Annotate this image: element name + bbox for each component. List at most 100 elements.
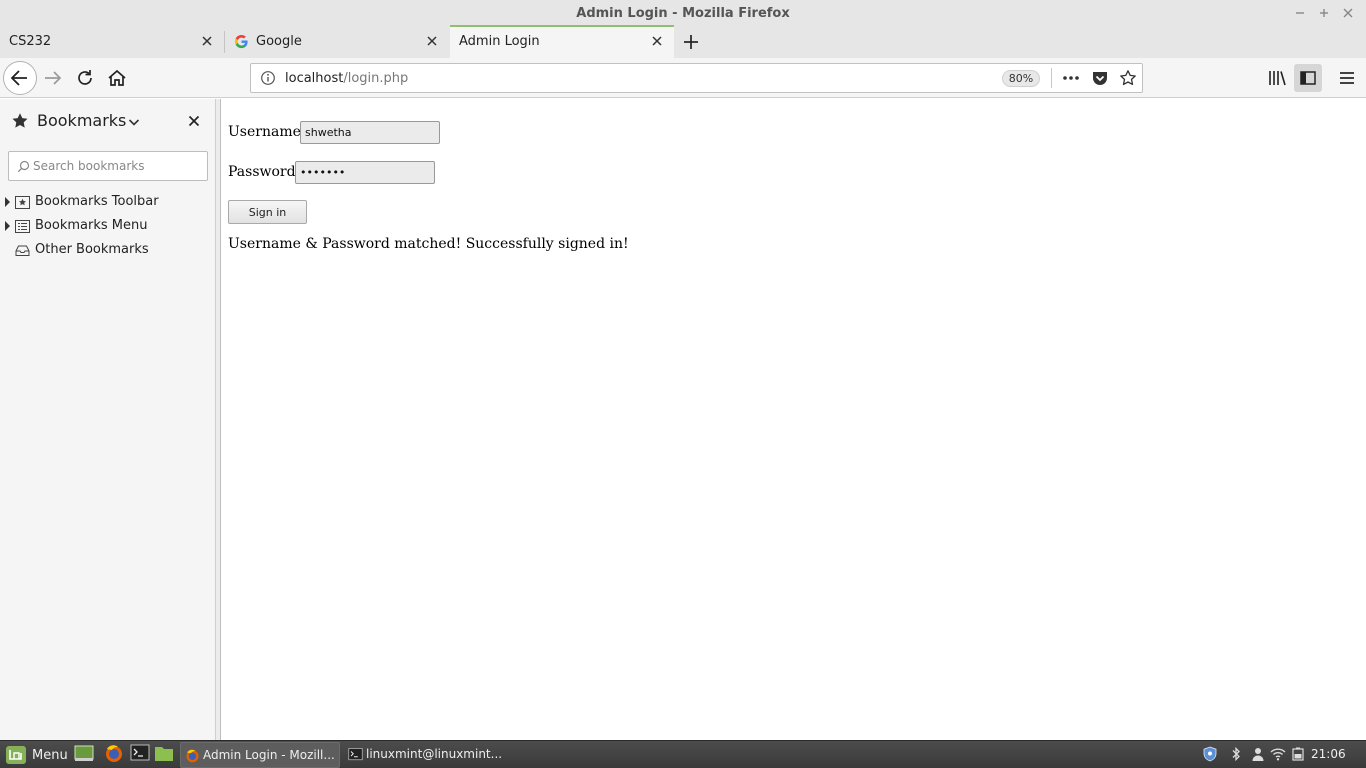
forward-button[interactable] xyxy=(40,65,66,91)
shield-icon[interactable] xyxy=(1202,746,1218,762)
back-arrow-icon xyxy=(10,70,27,86)
tab-label: CS232 xyxy=(9,34,52,49)
new-tab-button[interactable] xyxy=(680,31,702,53)
pocket-icon xyxy=(1093,72,1107,85)
sidebar-splitter[interactable] xyxy=(216,99,221,740)
username-input[interactable] xyxy=(300,121,440,144)
clock[interactable]: 21:06 xyxy=(1311,747,1346,761)
url-host: localhost xyxy=(285,71,344,86)
url-text: localhost/login.php xyxy=(285,71,408,86)
user-icon[interactable] xyxy=(1250,746,1266,762)
bookmarks-menu-icon xyxy=(15,219,30,234)
bookmarks-toolbar-icon xyxy=(15,195,30,210)
taskbar-window-firefox[interactable]: Admin Login - Mozill... xyxy=(180,742,340,768)
page-actions-button[interactable] xyxy=(1061,69,1081,87)
page-content: Username Password Sign in Username & Pas… xyxy=(222,99,1366,740)
window-titlebar: Admin Login - Mozilla Firefox xyxy=(0,0,1366,28)
navigation-toolbar: localhost/login.php 80% xyxy=(0,58,1366,98)
reload-button[interactable] xyxy=(72,65,98,91)
tab-admin-login[interactable]: Admin Login xyxy=(450,25,674,58)
close-icon xyxy=(1343,8,1353,18)
tree-item-other-bookmarks[interactable]: Other Bookmarks xyxy=(0,239,216,261)
taskbar-window-label: linuxmint@linuxmint... xyxy=(366,747,503,761)
tab-cs232[interactable]: CS232 xyxy=(0,25,224,58)
library-button[interactable] xyxy=(1264,65,1290,91)
tree-item-bookmarks-toolbar[interactable]: Bookmarks Toolbar xyxy=(0,191,216,213)
close-icon xyxy=(427,36,437,46)
pocket-button[interactable] xyxy=(1091,69,1109,87)
terminal-launcher[interactable] xyxy=(130,743,150,767)
home-icon xyxy=(108,69,126,86)
sidebar-toggle-button[interactable] xyxy=(1294,64,1322,92)
window-title: Admin Login - Mozilla Firefox xyxy=(576,6,790,21)
username-label: Username xyxy=(228,124,301,140)
search-bookmarks-input[interactable] xyxy=(33,157,201,175)
tab-close-button[interactable] xyxy=(649,33,665,49)
taskbar: Menu Admin Login - Mozill... linuxmint@l… xyxy=(0,740,1366,768)
other-bookmarks-icon xyxy=(15,243,30,258)
chevron-down-icon[interactable] xyxy=(127,115,141,129)
tab-close-button[interactable] xyxy=(424,33,440,49)
linux-mint-logo-icon xyxy=(6,746,26,764)
hamburger-menu-icon xyxy=(1340,72,1354,84)
back-button[interactable] xyxy=(3,61,37,95)
tree-item-label: Bookmarks Toolbar xyxy=(35,194,159,209)
wifi-icon[interactable] xyxy=(1270,746,1286,762)
bluetooth-icon[interactable] xyxy=(1228,746,1244,762)
open-menu-button[interactable] xyxy=(1334,65,1360,91)
close-window-button[interactable] xyxy=(1339,4,1357,22)
maximize-button[interactable] xyxy=(1315,4,1333,22)
tab-label: Google xyxy=(256,34,302,49)
sidebar-close-button[interactable] xyxy=(186,113,202,129)
close-icon xyxy=(202,36,212,46)
tree-item-bookmarks-menu[interactable]: Bookmarks Menu xyxy=(0,215,216,237)
tab-google[interactable]: Google xyxy=(225,25,449,58)
sign-in-button[interactable]: Sign in xyxy=(228,200,307,224)
tree-item-label: Other Bookmarks xyxy=(35,242,149,257)
url-bar[interactable]: localhost/login.php 80% xyxy=(250,63,1143,93)
home-button[interactable] xyxy=(104,65,130,91)
url-path: /login.php xyxy=(343,71,409,86)
maximize-icon xyxy=(1320,9,1328,17)
show-desktop-launcher[interactable] xyxy=(74,743,94,767)
close-icon xyxy=(652,36,662,46)
files-launcher[interactable] xyxy=(154,743,174,767)
library-icon xyxy=(1269,71,1286,86)
firefox-icon xyxy=(185,748,200,763)
sidebar-icon xyxy=(1300,71,1316,85)
forward-arrow-icon xyxy=(45,71,62,85)
search-icon xyxy=(17,160,30,173)
terminal-icon xyxy=(130,744,150,761)
tab-close-button[interactable] xyxy=(199,33,215,49)
bookmarks-sidebar: Bookmarks Bookmarks Toolbar Bookmarks Me… xyxy=(0,99,216,740)
taskbar-window-label: Admin Login - Mozill... xyxy=(203,748,335,762)
terminal-icon xyxy=(348,747,363,762)
bookmark-star-button[interactable] xyxy=(1119,69,1137,87)
reload-icon xyxy=(78,70,92,85)
menu-label: Menu xyxy=(32,748,68,763)
tab-strip: CS232 Google Admin Login xyxy=(0,25,1366,58)
taskbar-window-terminal[interactable]: linuxmint@linuxmint... xyxy=(344,742,504,768)
expand-triangle-icon[interactable] xyxy=(5,221,10,231)
firefox-launcher[interactable] xyxy=(104,743,124,767)
tree-item-label: Bookmarks Menu xyxy=(35,218,148,233)
site-info-icon[interactable] xyxy=(260,70,276,86)
start-menu-button[interactable]: Menu xyxy=(4,743,68,767)
plus-icon xyxy=(684,35,698,49)
sidebar-title[interactable]: Bookmarks xyxy=(37,111,126,130)
zoom-level-badge[interactable]: 80% xyxy=(1002,70,1040,87)
minimize-button[interactable] xyxy=(1291,4,1309,22)
password-label: Password xyxy=(228,164,296,180)
minimize-icon xyxy=(1296,12,1304,14)
close-icon xyxy=(188,115,200,127)
show-desktop-icon xyxy=(74,745,94,761)
google-g-icon xyxy=(234,34,249,49)
battery-icon[interactable] xyxy=(1290,746,1306,762)
expand-triangle-icon[interactable] xyxy=(5,197,10,207)
firefox-icon xyxy=(106,745,122,762)
password-input[interactable] xyxy=(295,161,435,184)
url-bar-separator xyxy=(1051,68,1052,88)
bookmarks-search-box[interactable] xyxy=(8,151,208,181)
more-dots-icon xyxy=(1063,76,1079,80)
login-success-message: Username & Password matched! Successfull… xyxy=(228,236,629,252)
